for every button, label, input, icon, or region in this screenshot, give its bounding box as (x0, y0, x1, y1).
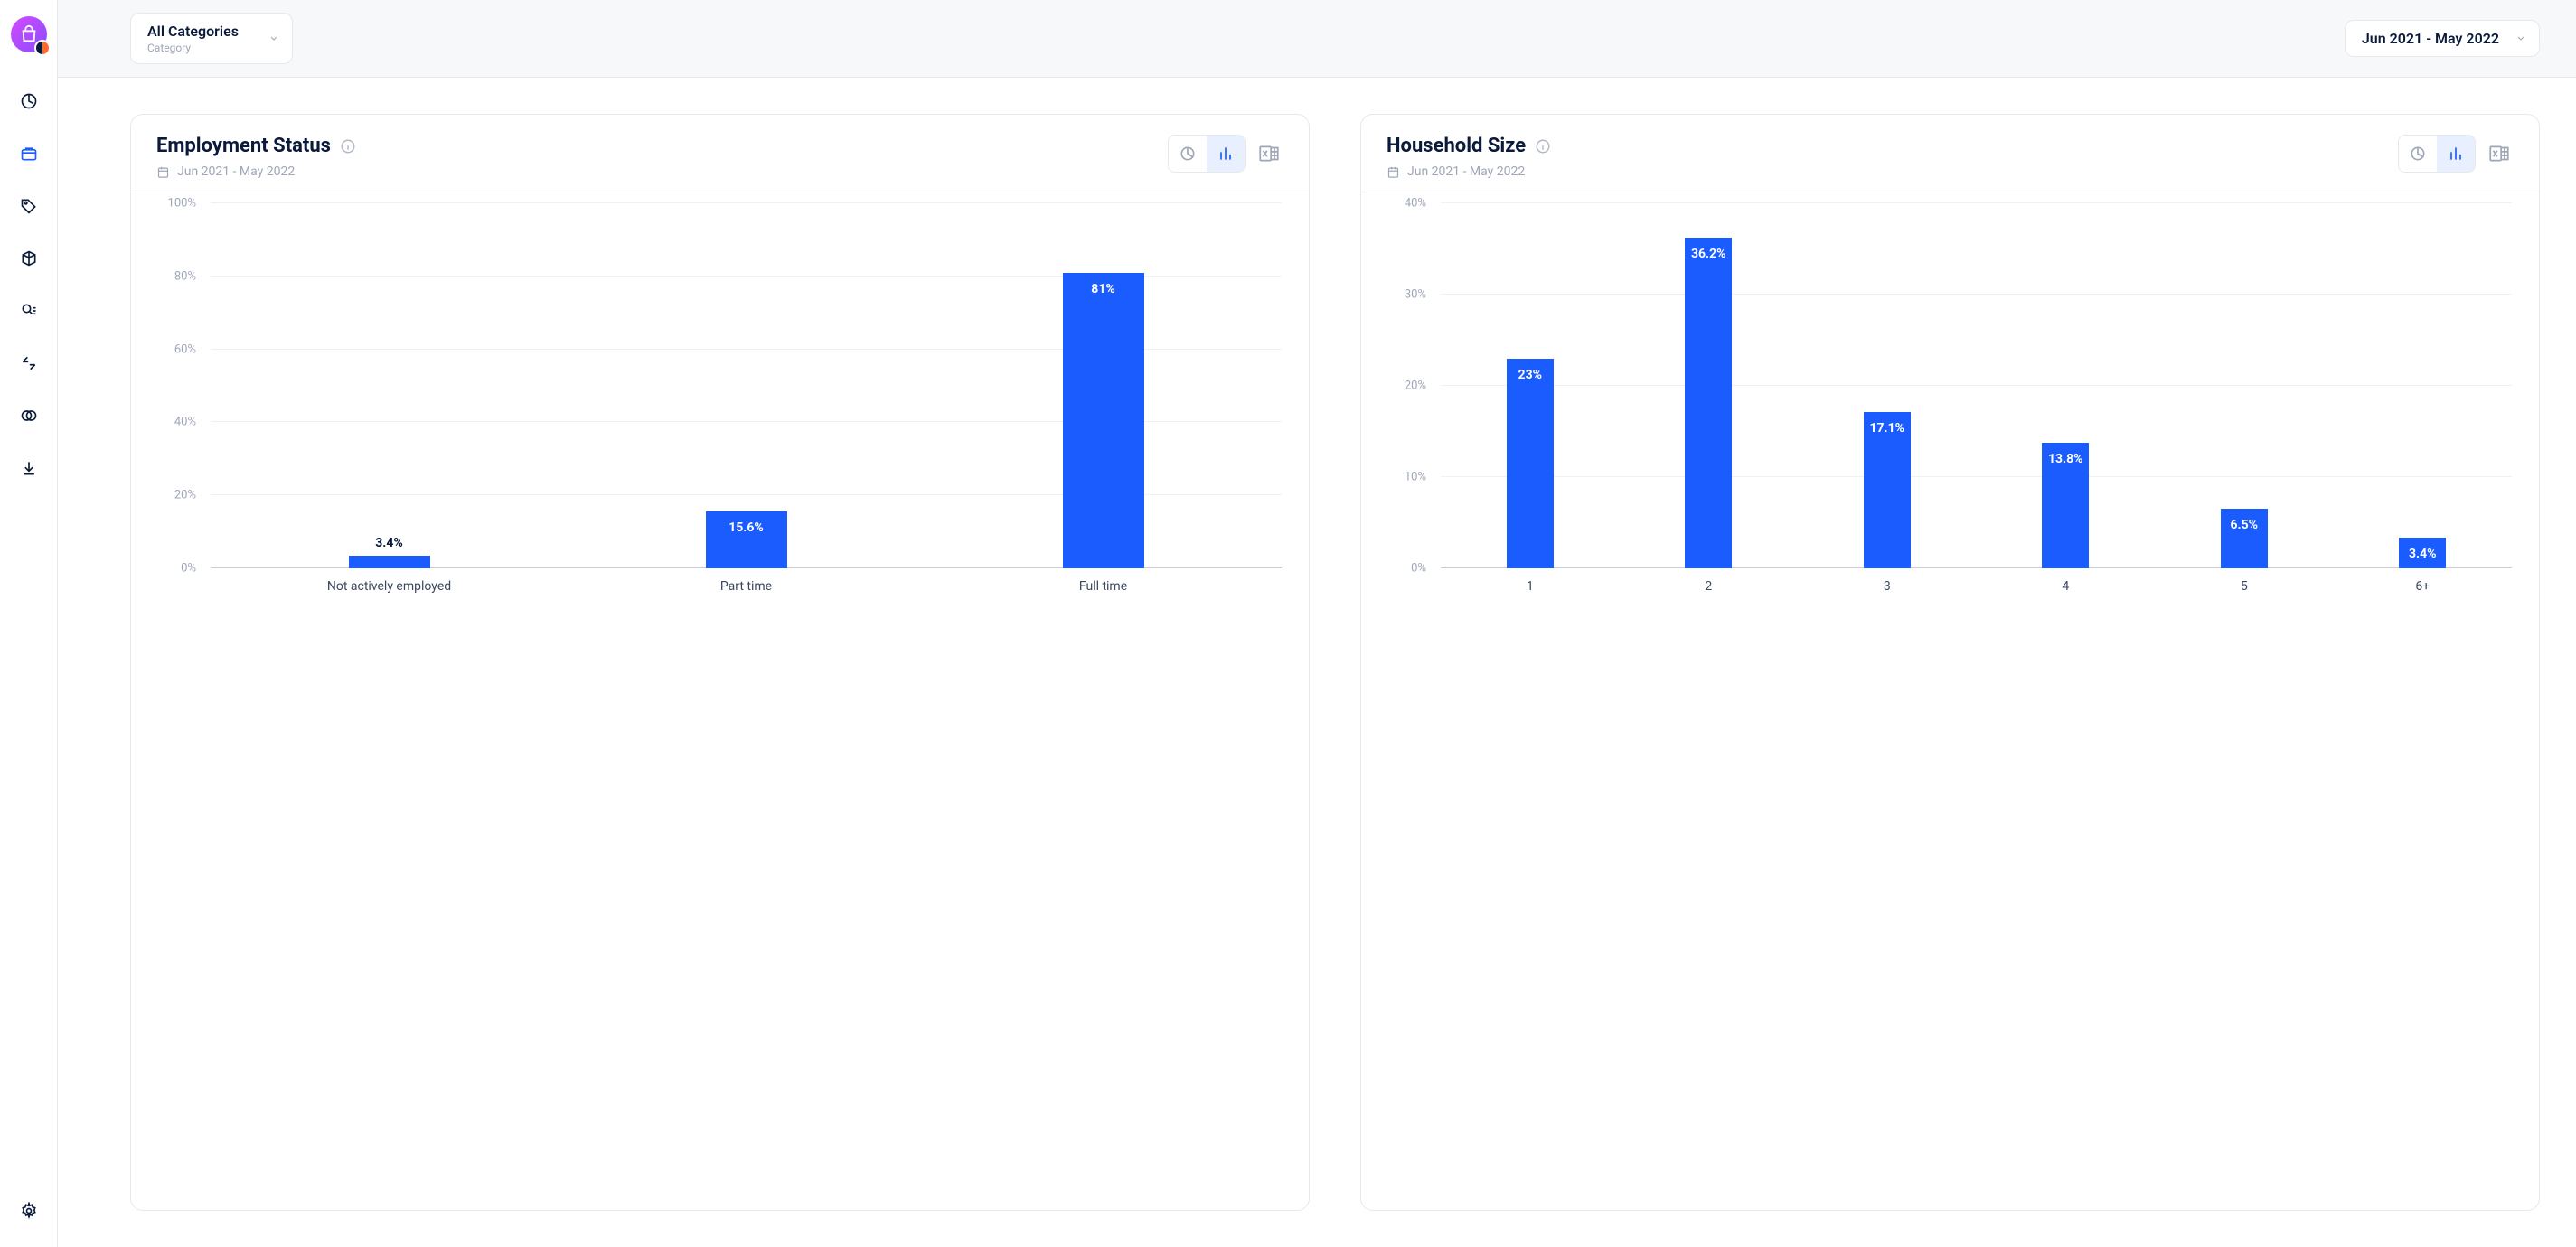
y-tick-label: 40% (1405, 197, 1426, 211)
x-tick-label: 3 (1798, 568, 1977, 601)
card-tools (1168, 135, 1283, 173)
card-date-range: Jun 2021 - May 2022 (1387, 164, 1551, 179)
calendar-icon (1387, 165, 1400, 179)
x-tick-label: Part time (568, 568, 925, 601)
bar[interactable]: 17.1% (1864, 412, 1911, 568)
main-area: All Categories Category Jun 2021 - May 2… (58, 0, 2576, 1247)
y-tick-label: 0% (1411, 562, 1426, 576)
nav-search-analysis[interactable] (14, 296, 43, 325)
nav-settings[interactable] (14, 1196, 43, 1225)
topbar: All Categories Category Jun 2021 - May 2… (58, 0, 2576, 78)
nav-pricing[interactable] (14, 192, 43, 220)
card-header: Employment Status Jun 2021 - May 2022 (131, 115, 1309, 192)
chart-household: 0%10%20%30%40%23%36.2%17.1%13.8%6.5%3.4%… (1387, 203, 2521, 601)
y-tick-label: 80% (174, 269, 196, 283)
bar[interactable]: 15.6% (706, 511, 787, 568)
card-date-text: Jun 2021 - May 2022 (1407, 164, 1525, 179)
app-logo[interactable] (11, 16, 47, 52)
bar[interactable]: 23% (1507, 359, 1554, 568)
sidebar (0, 0, 58, 1247)
card-header: Household Size Jun 2021 - May 2022 (1361, 115, 2539, 192)
y-tick-label: 100% (168, 197, 196, 211)
info-icon[interactable] (340, 138, 356, 155)
y-tick-label: 30% (1405, 288, 1426, 302)
chart-type-toggle (2398, 135, 2476, 173)
bar-value-label: 15.6% (729, 520, 764, 535)
chart-body: 0% 10% 20% 30% 40% 23% 36.2% 17.1% 13.8% 6.5% 3.4%… (1361, 192, 2539, 1210)
card-employment-status: Employment Status Jun 2021 - May 2022 (130, 114, 1310, 1211)
card-date-range: Jun 2021 - May 2022 (156, 164, 356, 179)
calendar-icon (156, 165, 170, 179)
bar[interactable]: 3.4% (2399, 538, 2446, 568)
card-tools (2398, 135, 2514, 173)
nav-overview[interactable] (14, 87, 43, 116)
y-tick-label: 20% (1405, 380, 1426, 393)
bar[interactable]: 81% (1063, 273, 1144, 568)
bar[interactable]: 3.4% (349, 556, 430, 568)
date-range-dropdown[interactable]: Jun 2021 - May 2022 (2345, 20, 2540, 57)
x-tick-label: Not actively employed (211, 568, 568, 601)
pie-chart-button[interactable] (1169, 136, 1207, 172)
similarweb-badge-icon (34, 40, 51, 56)
export-excel-button[interactable] (1255, 139, 1283, 168)
info-icon[interactable] (1535, 138, 1551, 155)
y-tick-label: 10% (1405, 471, 1426, 484)
nav-products[interactable] (14, 244, 43, 273)
bar[interactable]: 36.2% (1685, 238, 1732, 568)
bar-chart-button[interactable] (2437, 136, 2475, 172)
chart-employment: 0%20%40%60%80%100%3.4%15.6%81%Not active… (156, 203, 1291, 601)
pie-chart-button[interactable] (2399, 136, 2437, 172)
category-value: All Categories (147, 23, 252, 40)
card-date-text: Jun 2021 - May 2022 (177, 164, 295, 179)
category-dropdown[interactable]: All Categories Category (130, 13, 293, 64)
nav-demographics[interactable] (14, 139, 43, 168)
x-tick-label: 5 (2155, 568, 2334, 601)
nav-export[interactable] (14, 454, 43, 483)
chevron-down-icon (2515, 30, 2526, 47)
bar-value-label: 6.5% (2231, 518, 2258, 532)
bar-value-label: 81% (1091, 282, 1114, 296)
category-caption: Category (147, 42, 252, 54)
x-tick-label: 4 (1977, 568, 2156, 601)
x-tick-label: 1 (1441, 568, 1620, 601)
nav-cross-shopping[interactable] (14, 349, 43, 378)
chevron-down-icon (268, 30, 279, 47)
y-tick-label: 0% (181, 562, 196, 576)
bar[interactable]: 13.8% (2042, 443, 2089, 568)
y-tick-label: 60% (174, 342, 196, 356)
nav-loyalty[interactable] (14, 401, 43, 430)
bar[interactable]: 6.5% (2221, 509, 2268, 568)
bar-value-label: 23% (1518, 368, 1542, 382)
bar-value-label: 36.2% (1691, 247, 1726, 261)
sidebar-nav (14, 87, 43, 1196)
x-tick-label: Full time (925, 568, 1282, 601)
card-title: Household Size (1387, 135, 1526, 157)
export-excel-button[interactable] (2485, 139, 2514, 168)
bar-value-label: 17.1% (1869, 421, 1904, 436)
y-tick-label: 40% (174, 416, 196, 429)
chart-body: 0% 20% 40% 60% 80% 100% 3.4% 15.6% 81% Not active… (131, 192, 1309, 1210)
date-range-value: Jun 2021 - May 2022 (2362, 30, 2499, 47)
bar-value-label: 13.8% (2048, 452, 2083, 466)
y-tick-label: 20% (174, 489, 196, 502)
chart-type-toggle (1168, 135, 1246, 173)
content-grid: Employment Status Jun 2021 - May 2022 (58, 78, 2576, 1247)
bar-value-label: 3.4% (375, 536, 402, 550)
x-tick-label: 2 (1620, 568, 1799, 601)
bar-value-label: 3.4% (2409, 547, 2436, 561)
card-title: Employment Status (156, 135, 331, 157)
card-household-size: Household Size Jun 2021 - May 2022 (1360, 114, 2540, 1211)
bar-chart-button[interactable] (1207, 136, 1245, 172)
x-tick-label: 6+ (2334, 568, 2513, 601)
